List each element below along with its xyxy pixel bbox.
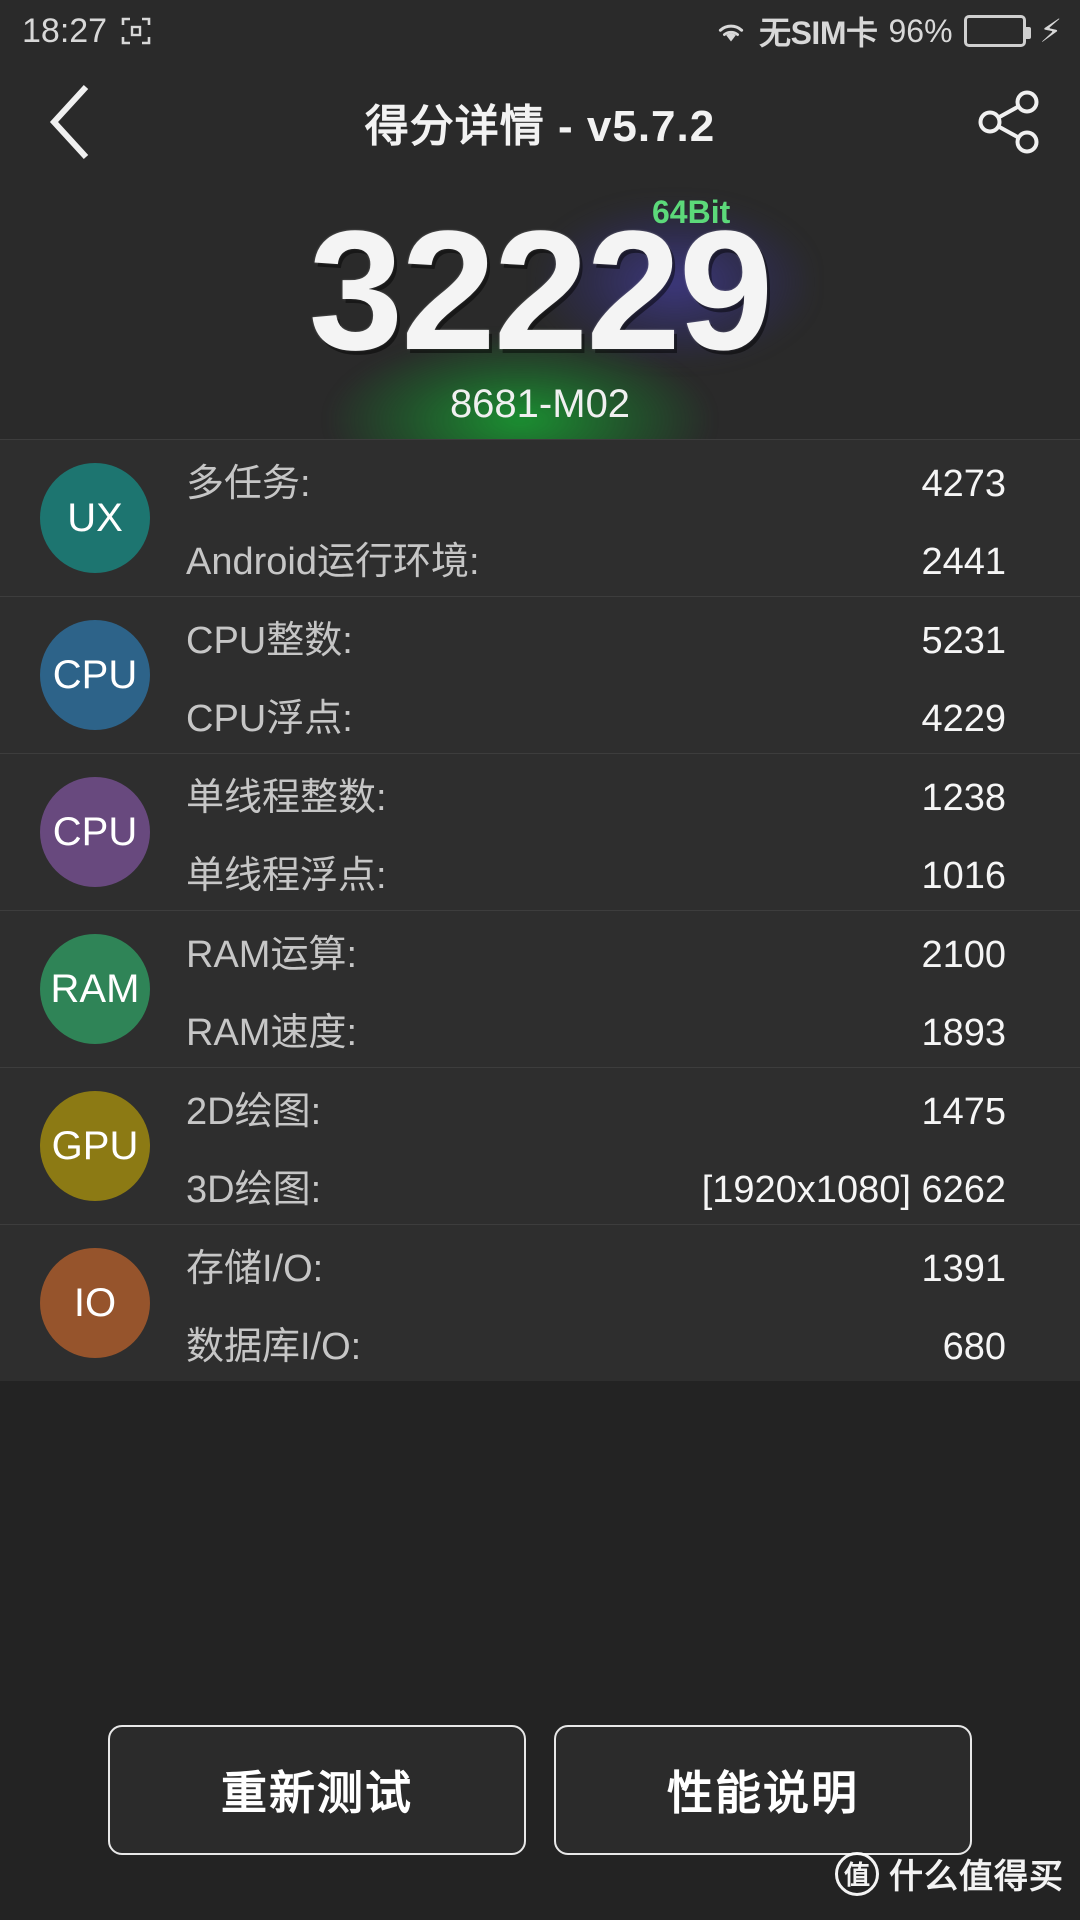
metric-label: Android运行环境: bbox=[186, 540, 480, 583]
chevron-left-icon bbox=[49, 84, 89, 160]
category-badge-gpu: GPU bbox=[40, 1091, 150, 1201]
title-bar: 得分详情 - v5.7.2 bbox=[0, 62, 1080, 182]
metric-label: 单线程浮点: bbox=[186, 854, 387, 897]
metric-item: 3D绘图: [1920x1080] 6262 bbox=[186, 1158, 1042, 1213]
category-badge-ram: RAM bbox=[40, 934, 150, 1044]
metric-label: 单线程整数: bbox=[186, 776, 387, 819]
sim-status-label: 无SIM卡 bbox=[759, 15, 878, 51]
metric-label: RAM速度: bbox=[186, 1011, 358, 1054]
metric-item: Android运行环境: 2441 bbox=[186, 530, 1042, 585]
performance-info-button[interactable]: 性能说明 bbox=[554, 1725, 972, 1855]
watermark: 值 什么值得买 bbox=[835, 1849, 1064, 1898]
charging-bolt-icon: ⚡ bbox=[1039, 13, 1062, 49]
status-bar-left: 18:27 bbox=[22, 12, 151, 51]
metric-value: 1893 bbox=[921, 1011, 1006, 1054]
share-icon bbox=[978, 90, 1039, 154]
row-metrics: 多任务: 4273 Android运行环境: 2441 bbox=[186, 452, 1042, 585]
metric-label: RAM运算: bbox=[186, 933, 358, 976]
metric-label: 多任务: bbox=[186, 462, 311, 505]
row-metrics: 存储I/O: 1391 数据库I/O: 680 bbox=[186, 1237, 1042, 1370]
watermark-text: 什么值得买 bbox=[889, 1858, 1064, 1896]
metric-item: CPU浮点: 4229 bbox=[186, 687, 1042, 742]
screenshot-icon bbox=[121, 16, 151, 46]
metric-value: 5231 bbox=[921, 619, 1006, 662]
metric-item: RAM速度: 1893 bbox=[186, 1001, 1042, 1056]
table-row[interactable]: IO 存储I/O: 1391 数据库I/O: 680 bbox=[0, 1224, 1080, 1381]
metric-item: 多任务: 4273 bbox=[186, 452, 1042, 507]
table-row[interactable]: CPU 单线程整数: 1238 单线程浮点: 1016 bbox=[0, 753, 1080, 910]
total-score: 32229 bbox=[308, 196, 774, 386]
metric-item: 单线程浮点: 1016 bbox=[186, 844, 1042, 899]
metric-item: RAM运算: 2100 bbox=[186, 923, 1042, 978]
table-row[interactable]: UX 多任务: 4273 Android运行环境: 2441 bbox=[0, 439, 1080, 596]
category-badge-io: IO bbox=[40, 1248, 150, 1358]
category-badge-cpu-multi: CPU bbox=[40, 620, 150, 730]
metric-label: 3D绘图: bbox=[186, 1168, 322, 1211]
table-row[interactable]: CPU CPU整数: 5231 CPU浮点: 4229 bbox=[0, 596, 1080, 753]
metric-value: 1016 bbox=[921, 854, 1006, 897]
page-title: 得分详情 - v5.7.2 bbox=[364, 102, 716, 151]
table-row[interactable]: GPU 2D绘图: 1475 3D绘图: [1920x1080] 6262 bbox=[0, 1067, 1080, 1224]
row-metrics: RAM运算: 2100 RAM速度: 1893 bbox=[186, 923, 1042, 1056]
metric-value: 1475 bbox=[921, 1090, 1006, 1133]
metric-value: 4229 bbox=[921, 697, 1006, 740]
metric-value: 1391 bbox=[921, 1247, 1006, 1290]
share-button[interactable] bbox=[966, 79, 1052, 165]
category-badge-cpu-single: CPU bbox=[40, 777, 150, 887]
bit-badge: 64Bit bbox=[652, 194, 731, 230]
wifi-icon bbox=[714, 16, 748, 46]
metric-label: CPU整数: bbox=[186, 619, 353, 662]
metric-value: 2100 bbox=[921, 933, 1006, 976]
metric-label: 存储I/O: bbox=[186, 1247, 324, 1290]
table-row[interactable]: RAM RAM运算: 2100 RAM速度: 1893 bbox=[0, 910, 1080, 1067]
battery-icon bbox=[963, 15, 1031, 47]
metric-label: CPU浮点: bbox=[186, 697, 353, 740]
retest-button[interactable]: 重新测试 bbox=[108, 1725, 526, 1855]
metric-label: 数据库I/O: bbox=[186, 1325, 362, 1368]
metric-item: 存储I/O: 1391 bbox=[186, 1237, 1042, 1292]
watermark-logo-icon: 值 bbox=[835, 1851, 879, 1896]
status-time: 18:27 bbox=[22, 11, 108, 50]
metric-label: 2D绘图: bbox=[186, 1090, 322, 1133]
row-metrics: CPU整数: 5231 CPU浮点: 4229 bbox=[186, 609, 1042, 742]
metric-item: 单线程整数: 1238 bbox=[186, 766, 1042, 821]
device-name: 8681-M02 bbox=[449, 382, 631, 426]
metric-item: 2D绘图: 1475 bbox=[186, 1080, 1042, 1135]
metric-value: [1920x1080] 6262 bbox=[701, 1168, 1006, 1211]
category-badge-ux: UX bbox=[40, 463, 150, 573]
metric-value: 1238 bbox=[921, 776, 1006, 819]
status-bar-right: 无SIM卡 96% ⚡ bbox=[714, 8, 1062, 54]
metric-item: 数据库I/O: 680 bbox=[186, 1315, 1042, 1370]
status-bar: 18:27 无SIM卡 96% ⚡ bbox=[0, 0, 1080, 62]
metric-value: 2441 bbox=[921, 540, 1006, 583]
score-hero: 32229 64Bit 8681-M02 bbox=[0, 182, 1080, 439]
metric-value: 4273 bbox=[921, 462, 1006, 505]
back-button[interactable] bbox=[28, 79, 114, 165]
battery-percent-label: 96% bbox=[888, 12, 953, 49]
footer-actions: 重新测试 性能说明 值 什么值得买 bbox=[0, 1660, 1080, 1920]
score-rows: UX 多任务: 4273 Android运行环境: 2441 CPU CPU整数… bbox=[0, 439, 1080, 1381]
metric-item: CPU整数: 5231 bbox=[186, 609, 1042, 664]
metric-value: 680 bbox=[942, 1325, 1006, 1368]
row-metrics: 2D绘图: 1475 3D绘图: [1920x1080] 6262 bbox=[186, 1080, 1042, 1213]
row-metrics: 单线程整数: 1238 单线程浮点: 1016 bbox=[186, 766, 1042, 899]
